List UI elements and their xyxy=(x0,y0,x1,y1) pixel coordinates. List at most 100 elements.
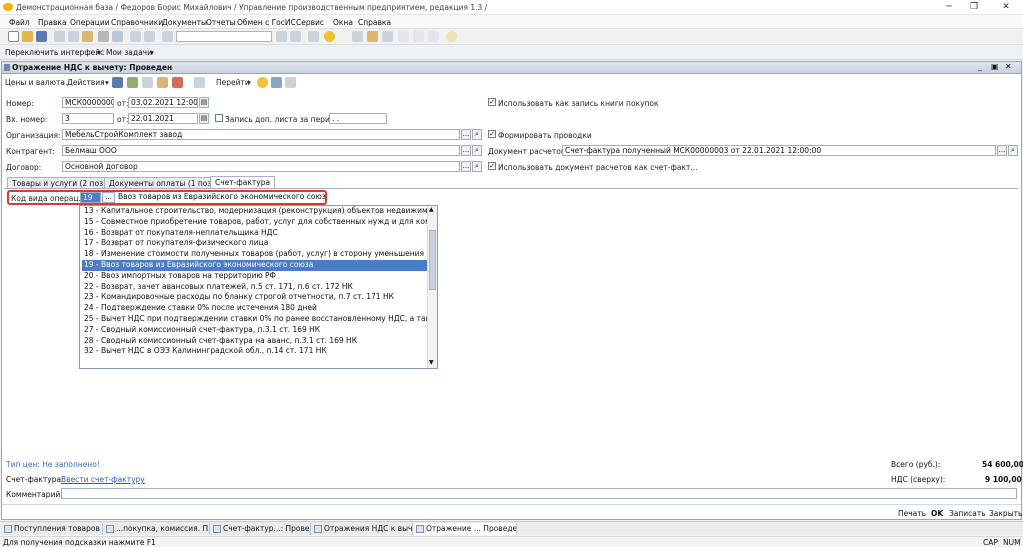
undo-icon[interactable] xyxy=(130,31,141,42)
list-item[interactable]: 13 - Капитальное строительство, модерниз… xyxy=(82,206,427,217)
counterparty-open-icon[interactable]: ⌕ xyxy=(472,145,482,156)
copy-icon[interactable] xyxy=(68,31,79,42)
restore-icon[interactable]: ❐ xyxy=(963,1,985,13)
organization-select-button[interactable]: ... xyxy=(461,129,471,140)
scroll-up-icon[interactable]: ▲ xyxy=(429,206,434,213)
chevron-down-icon[interactable]: ▾ xyxy=(97,48,101,57)
list-item[interactable]: 22 - Возврат, зачет авансовых платежей, … xyxy=(82,282,427,293)
comment-field[interactable] xyxy=(61,488,1017,499)
in-date-field[interactable]: 22.01.2021 xyxy=(128,113,198,124)
print-icon[interactable] xyxy=(98,31,109,42)
prices-currency-button[interactable]: Цены и валюта... xyxy=(5,78,72,87)
chevron-down-icon[interactable]: ▾ xyxy=(247,78,251,87)
list-item[interactable]: 27 - Сводный комиссионный счет-фактура, … xyxy=(82,325,427,336)
organization-field[interactable]: МебельСтройКомплект завод xyxy=(62,129,460,140)
close-doc-icon[interactable]: ✕ xyxy=(1005,62,1012,71)
save-doc-icon[interactable] xyxy=(112,77,123,88)
search-forward-icon[interactable] xyxy=(276,31,287,42)
lightbulb-icon[interactable] xyxy=(446,31,457,42)
columns-icon[interactable] xyxy=(285,77,296,88)
switch-interface-button[interactable]: Переключить интерфейс xyxy=(5,48,104,57)
tab-invoice[interactable]: Счет-фактура xyxy=(210,176,276,188)
structure-icon[interactable] xyxy=(172,77,183,88)
help-icon[interactable]: _ xyxy=(978,62,982,71)
maximize-icon[interactable]: ▣ xyxy=(991,62,999,71)
scroll-thumb[interactable] xyxy=(429,230,436,290)
settlement-open-icon[interactable]: ⌕ xyxy=(1008,145,1018,156)
cut-icon[interactable] xyxy=(54,31,65,42)
operation-code-dropdown[interactable]: 13 - Капитальное строительство, модерниз… xyxy=(79,205,438,369)
extra-period-field[interactable]: . . xyxy=(329,113,387,124)
refresh-icon[interactable] xyxy=(142,77,153,88)
contract-select-button[interactable]: ... xyxy=(461,161,471,172)
list-item[interactable]: 16 - Возврат от покупателя-неплательщика… xyxy=(82,228,427,239)
price-type-link[interactable]: Тип цен: Не заполнено! xyxy=(6,460,100,469)
list-item[interactable]: 17 - Возврат от покупателя-физического л… xyxy=(82,238,427,249)
preview-icon[interactable] xyxy=(112,31,123,42)
task-item-active[interactable]: Отражение ... Проведен xyxy=(414,523,517,535)
chevron-down-icon[interactable]: ▾ xyxy=(150,48,154,57)
menu-operations[interactable]: Операции xyxy=(70,18,110,27)
table-icon[interactable] xyxy=(352,31,363,42)
post-doc-icon[interactable] xyxy=(127,77,138,88)
menu-file[interactable]: Файл xyxy=(9,18,30,27)
list-item-selected[interactable]: 19 - Ввоз товаров из Евразийского эконом… xyxy=(82,260,429,271)
menu-windows[interactable]: Окна xyxy=(333,18,353,27)
dt-kt-icon[interactable] xyxy=(194,77,205,88)
use-settlement-checkbox[interactable]: ✓ xyxy=(488,162,496,170)
in-number-field[interactable]: 3 xyxy=(62,113,114,124)
calendar-icon[interactable] xyxy=(308,31,319,42)
search-back-icon[interactable] xyxy=(290,31,301,42)
based-on-icon[interactable] xyxy=(157,77,168,88)
menu-reports[interactable]: Отчеты xyxy=(206,18,236,27)
number-field[interactable]: МСК00000001 xyxy=(62,97,114,108)
tab-payment-docs[interactable]: Документы оплаты (1 поз.) xyxy=(104,177,222,188)
dropdown-scrollbar[interactable]: ▲ ▼ xyxy=(427,206,437,368)
search-input[interactable] xyxy=(176,31,272,42)
memory-plus-icon[interactable] xyxy=(413,31,424,42)
list-item[interactable]: 25 - Вычет НДС при подтверждении ставки … xyxy=(82,314,427,325)
chevron-down-icon[interactable]: ▾ xyxy=(105,78,109,87)
use-book-checkbox[interactable]: ✓ xyxy=(488,98,496,106)
settlement-select-button[interactable]: ... xyxy=(997,145,1007,156)
info-icon[interactable] xyxy=(324,31,335,42)
menu-documents[interactable]: Документы xyxy=(162,18,207,27)
contract-field[interactable]: Основной договор xyxy=(62,161,460,172)
list-item[interactable]: 23 - Командировочные расходы по бланку с… xyxy=(82,292,427,303)
memory-m-icon[interactable] xyxy=(398,31,409,42)
in-calendar-button[interactable]: ▤ xyxy=(199,113,209,124)
paste-icon[interactable] xyxy=(82,31,93,42)
grid-icon[interactable] xyxy=(382,31,393,42)
make-entries-checkbox[interactable]: ✓ xyxy=(488,130,496,138)
list-settings-icon[interactable] xyxy=(271,77,282,88)
list-item[interactable]: 18 - Изменение стоимости полученных това… xyxy=(82,249,427,260)
minimize-icon[interactable]: ─ xyxy=(938,1,960,13)
list-item[interactable]: 28 - Сводный комиссионный счет-фактура н… xyxy=(82,336,427,347)
calendar-button[interactable]: ▤ xyxy=(199,97,209,108)
print-button[interactable]: Печать xyxy=(898,509,926,518)
task-item[interactable]: Поступления товаров и... xyxy=(2,523,103,535)
memory-minus-icon[interactable] xyxy=(428,31,439,42)
counterparty-field[interactable]: Белмаш ООО xyxy=(62,145,460,156)
goto-button[interactable]: Перейти xyxy=(216,78,250,87)
my-tasks-button[interactable]: Мои задачи xyxy=(106,48,152,57)
ok-button[interactable]: OK xyxy=(931,509,943,518)
close-button[interactable]: Закрыть xyxy=(989,509,1022,518)
open-icon[interactable] xyxy=(22,31,33,42)
calculator-icon[interactable] xyxy=(367,31,378,42)
organization-open-icon[interactable]: ⌕ xyxy=(472,129,482,140)
close-icon[interactable]: ✕ xyxy=(995,1,1017,13)
list-item[interactable]: 24 - Подтверждение ставки 0% после истеч… xyxy=(82,303,427,314)
menu-catalogs[interactable]: Справочники xyxy=(111,18,163,27)
menu-service[interactable]: Сервис xyxy=(296,18,324,27)
new-icon[interactable] xyxy=(8,31,19,42)
save-icon[interactable] xyxy=(36,31,47,42)
list-item[interactable]: 15 - Совместное приобретение товаров, ра… xyxy=(82,217,427,228)
task-item[interactable]: Счет-фактур...: Проведен xyxy=(211,523,311,535)
contract-open-icon[interactable]: ⌕ xyxy=(472,161,482,172)
task-item[interactable]: Отражения НДС к вычету xyxy=(312,523,413,535)
settlement-doc-field[interactable]: Счет-фактура полученный МСК00000003 от 2… xyxy=(562,145,996,156)
enter-invoice-link[interactable]: Ввести счет-фактуру xyxy=(61,475,145,484)
list-item[interactable]: 20 - Ввоз импортных товаров на территори… xyxy=(82,271,427,282)
date-field[interactable]: 03.02.2021 12:00:00 xyxy=(128,97,198,108)
